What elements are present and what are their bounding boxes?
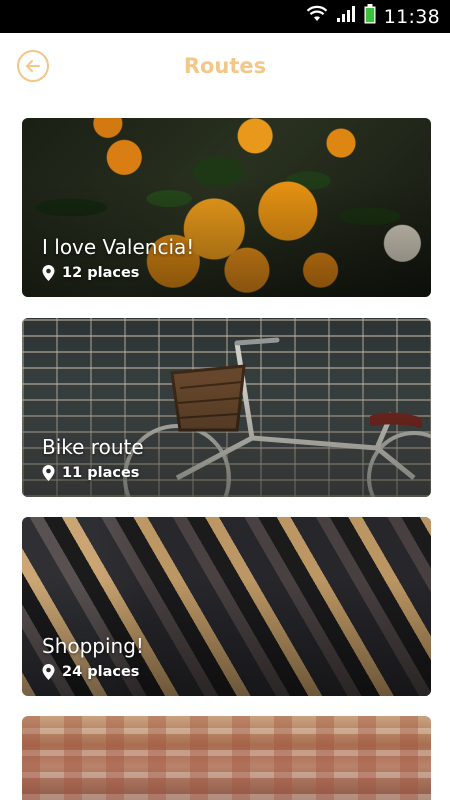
page-title: Routes bbox=[183, 54, 267, 78]
route-card-valencia[interactable]: I love Valencia! 12 places bbox=[22, 118, 431, 297]
route-card-shopping[interactable]: Shopping! 24 places bbox=[22, 517, 431, 696]
places-count: 11 places bbox=[62, 465, 140, 481]
wifi-icon bbox=[306, 5, 328, 28]
arrow-left-icon bbox=[26, 60, 40, 72]
route-title: I love Valencia! bbox=[42, 235, 195, 259]
status-bar: 11:38 bbox=[0, 0, 450, 33]
app-header: Routes bbox=[0, 33, 450, 99]
location-pin-icon bbox=[42, 465, 55, 481]
route-title: Shopping! bbox=[42, 634, 144, 658]
battery-icon bbox=[364, 4, 376, 29]
city-rooftops-image bbox=[22, 716, 431, 800]
back-button[interactable] bbox=[17, 50, 49, 82]
signal-icon bbox=[336, 5, 356, 28]
route-card-bike[interactable]: Bike route 11 places bbox=[22, 318, 431, 497]
location-pin-icon bbox=[42, 664, 55, 680]
status-time: 11:38 bbox=[383, 5, 440, 28]
route-title: Bike route bbox=[42, 435, 144, 459]
location-pin-icon bbox=[42, 265, 55, 281]
route-card-city[interactable] bbox=[22, 716, 431, 800]
route-places: 24 places bbox=[42, 664, 139, 680]
places-count: 12 places bbox=[62, 265, 140, 281]
route-places: 12 places bbox=[42, 265, 139, 281]
route-places: 11 places bbox=[42, 465, 139, 481]
places-count: 24 places bbox=[62, 664, 140, 680]
